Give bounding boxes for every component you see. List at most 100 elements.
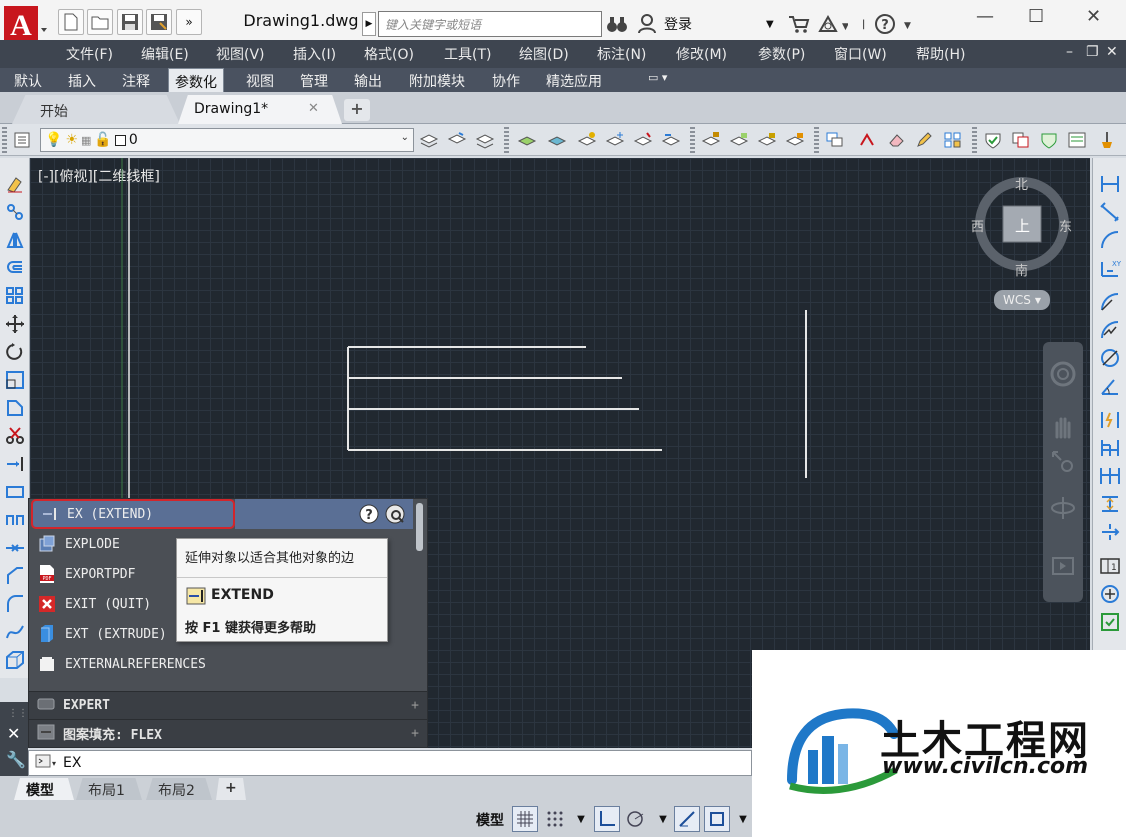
close-command-line-button[interactable]: ✕ [7,724,20,743]
login-label[interactable]: 登录 [664,14,692,34]
file-tab-close-button[interactable]: ✕ [308,101,319,116]
tab-layout2[interactable]: 布局2 [146,778,212,800]
menu-view[interactable]: 视图(V) [216,44,265,64]
doc-minimize-button[interactable]: – [1066,44,1073,60]
maximize-button[interactable]: ☐ [1028,6,1044,27]
spline-button[interactable] [3,620,27,644]
compass-north[interactable]: 北 [1015,174,1028,193]
zoom-button[interactable] [1049,448,1077,476]
polar-dropdown[interactable]: ▼ [650,806,676,832]
pencil-tool-button[interactable] [914,130,936,150]
pan-button[interactable] [1049,412,1077,440]
layer-translate-button[interactable] [1066,130,1088,150]
mirror-button[interactable] [3,228,27,252]
tab-default[interactable]: 默认 [8,68,48,92]
binoculars-button[interactable] [606,11,628,37]
check-standards-button[interactable] [982,130,1004,150]
make-current-button[interactable] [418,130,440,150]
menu-tools[interactable]: 工具(T) [444,44,491,64]
scrollbar-thumb[interactable] [416,503,423,551]
quick-dimension-button[interactable] [1097,408,1123,432]
tab-collaborate[interactable]: 协作 [486,68,526,92]
menu-draw[interactable]: 绘图(D) [519,44,569,64]
layer-walk-button[interactable] [632,130,654,150]
menu-dimension[interactable]: 标注(N) [597,44,646,64]
grid-tool-button[interactable] [942,130,964,150]
blend-button[interactable] [3,592,27,616]
menu-edit[interactable]: 编辑(E) [141,44,189,64]
extend-button[interactable] [3,452,27,476]
menu-parametric[interactable]: 参数(P) [758,44,805,64]
continue-dimension-button[interactable] [1097,464,1123,488]
layer-unisolate-button[interactable] [546,130,568,150]
toolbar-grip[interactable] [814,127,819,153]
trim-button[interactable] [3,424,27,448]
doc-close-button[interactable]: ✕ [1106,44,1118,60]
tab-insert[interactable]: 插入 [62,68,102,92]
tab-addins[interactable]: 附加模块 [403,68,471,92]
ribbon-minimize-button[interactable]: ▭ ▾ [642,68,673,92]
tolerance-button[interactable]: 1 [1097,554,1123,578]
draw-order-button[interactable] [824,130,846,150]
help-button[interactable]: ? ▼ [874,11,914,37]
radius-dimension-button[interactable] [1097,290,1123,314]
file-tab-start[interactable]: 开始 [12,95,180,124]
fillet-button[interactable] [3,564,27,588]
doc-restore-button[interactable]: ❐ [1086,44,1099,60]
save-button[interactable] [117,9,143,35]
model-space-button[interactable]: 模型 [476,810,504,830]
a360-button[interactable]: ▼ [818,11,848,37]
layer-change-button[interactable] [756,130,778,150]
compass-south[interactable]: 南 [1015,260,1028,279]
compass-west[interactable]: 西 [971,216,984,235]
stretch-tool-button[interactable] [858,130,880,150]
move-button[interactable] [3,312,27,336]
layer-merge-button[interactable] [660,130,682,150]
search-expand-button[interactable]: ▶ [362,12,376,36]
diameter-dimension-button[interactable] [1097,346,1123,370]
suggestion-extend[interactable]: EX (EXTEND) [31,499,235,529]
steering-wheel-button[interactable] [1049,360,1077,388]
new-tab-button[interactable]: + [344,99,370,121]
center-mark-button[interactable] [1097,582,1123,606]
tab-model[interactable]: 模型 [14,778,74,800]
command-prompt-icon[interactable]: ▾ [35,753,57,773]
tab-output[interactable]: 输出 [348,68,388,92]
inspect-button[interactable] [1097,610,1123,634]
open-file-button[interactable] [87,9,113,35]
standards-config-button[interactable] [1038,130,1060,150]
category-expert[interactable]: EXPERT + [29,691,427,719]
ordinate-dimension-button[interactable]: XY [1097,256,1123,280]
rotate-button[interactable] [3,340,27,364]
break-button[interactable] [3,480,27,504]
array-button[interactable] [3,284,27,308]
new-file-button[interactable] [58,9,84,35]
brush-tool-button[interactable] [1096,130,1118,150]
stretch-button[interactable] [3,396,27,420]
layer-properties-button[interactable] [12,130,34,150]
toolbar-grip[interactable] [690,127,695,153]
toolbar-grip[interactable] [972,127,977,153]
tab-view[interactable]: 视图 [240,68,280,92]
join-button[interactable] [3,508,27,532]
layer-previous-button[interactable] [474,130,496,150]
internet-search-icon[interactable] [385,504,405,528]
close-window-button[interactable]: ✕ [1086,6,1101,27]
scale-button[interactable] [3,368,27,392]
tab-featured-apps[interactable]: 精选应用 [540,68,608,92]
snap-mode-dropdown[interactable]: ▼ [568,806,594,832]
help-icon[interactable]: ? [359,504,379,528]
polar-toggle-button[interactable] [624,806,650,832]
login-dropdown-arrow[interactable]: ▼ [766,11,774,37]
viewcube-top-label[interactable]: 上 [1015,215,1030,236]
grid-toggle-button[interactable] [512,806,538,832]
command-line-input[interactable]: ▾ EX [28,750,752,776]
baseline-dimension-button[interactable] [1097,436,1123,460]
layer-unlock-button[interactable] [728,130,750,150]
grip-icon[interactable]: ⋮⋮ [8,708,28,719]
tab-layout1[interactable]: 布局1 [76,778,142,800]
angular-dimension-button[interactable] [1097,374,1123,398]
customize-button[interactable]: 🔧 [6,750,26,769]
layer-off-button[interactable] [576,130,598,150]
menu-file[interactable]: 文件(F) [66,44,113,64]
